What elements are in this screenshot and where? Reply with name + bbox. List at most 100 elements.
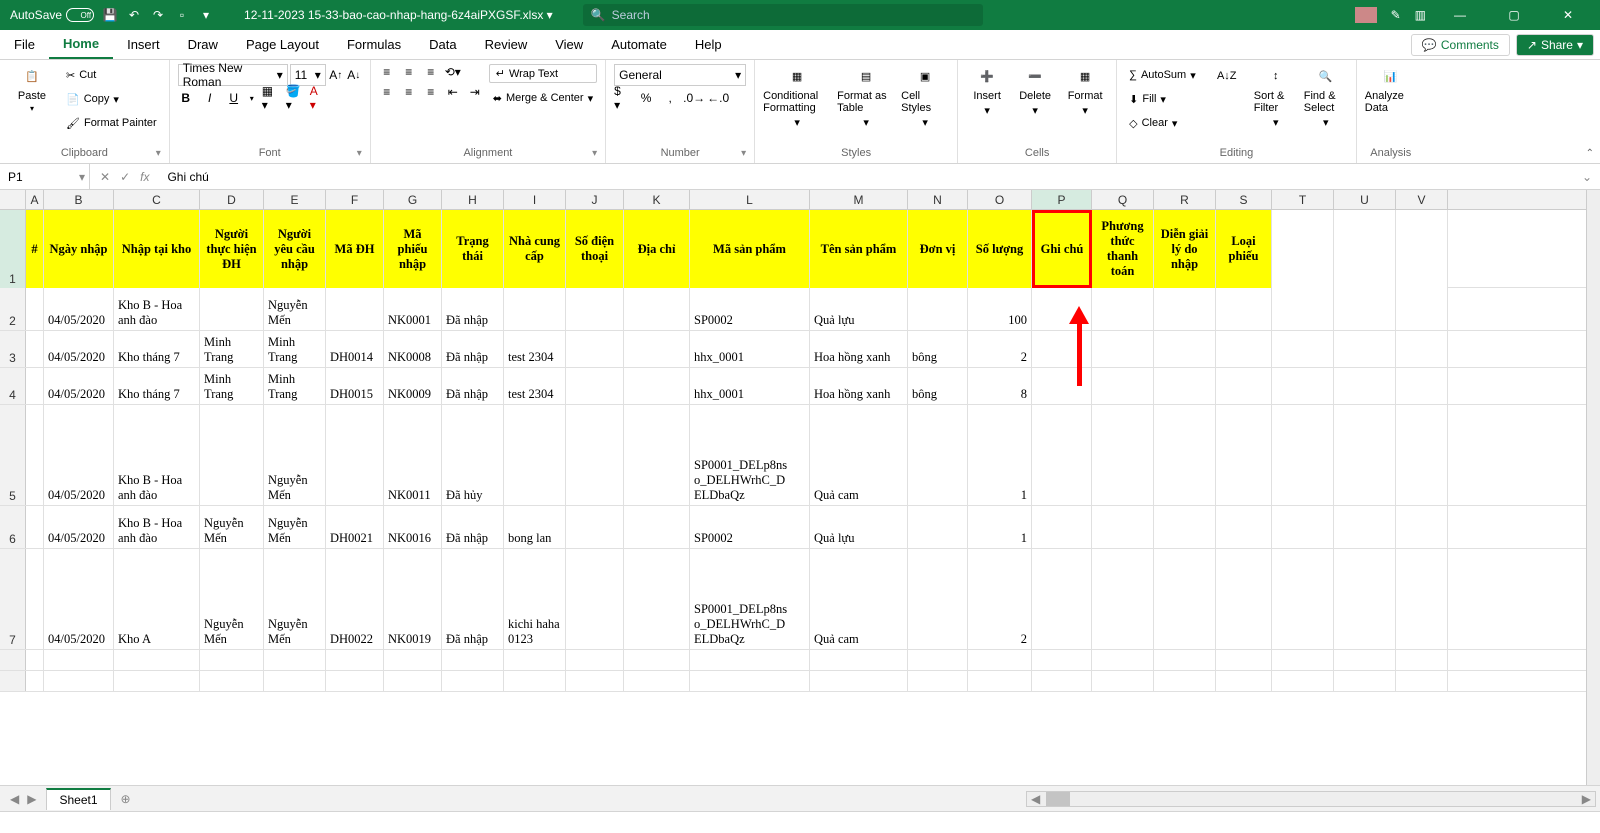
align-center-icon[interactable]: ≡	[401, 84, 417, 100]
format-painter-button[interactable]: 🖌 Format Painter	[62, 112, 161, 134]
align-right-icon[interactable]: ≡	[423, 84, 439, 100]
column-header-E[interactable]: E	[264, 190, 326, 209]
alignment-launcher[interactable]: ▾	[592, 148, 597, 159]
cell[interactable]	[26, 405, 44, 505]
cell[interactable]: DH0014	[326, 331, 384, 367]
tab-automate[interactable]: Automate	[597, 30, 681, 59]
row-header-4[interactable]: 4	[0, 368, 26, 404]
vertical-scrollbar[interactable]	[1586, 190, 1600, 785]
cell[interactable]: Hoa hồng xanh	[810, 368, 908, 404]
number-launcher[interactable]: ▾	[741, 148, 746, 159]
cell[interactable]	[1092, 506, 1154, 548]
cell[interactable]: Đã hủy	[442, 405, 504, 505]
cell[interactable]	[566, 368, 624, 404]
column-header-V[interactable]: V	[1396, 190, 1448, 209]
cell[interactable]	[26, 368, 44, 404]
header-cell[interactable]: Tên sản phẩm	[810, 210, 908, 288]
font-color-button[interactable]: A ▾	[310, 90, 326, 106]
cell[interactable]: Nguyễn Mến	[264, 506, 326, 548]
decrease-decimal-icon[interactable]: ←.0	[710, 90, 726, 106]
cell[interactable]: Quả cam	[810, 549, 908, 649]
cell[interactable]	[1334, 671, 1396, 691]
cell[interactable]: Kho B - Hoa anh đào	[114, 506, 200, 548]
wrap-text-button[interactable]: ↵ Wrap Text	[489, 64, 597, 83]
cell[interactable]: NK0008	[384, 331, 442, 367]
cell[interactable]	[504, 671, 566, 691]
sort-az-button[interactable]: A↓Z	[1206, 64, 1248, 88]
header-cell[interactable]: Trạng thái	[442, 210, 504, 288]
row-header-6[interactable]: 6	[0, 506, 26, 548]
cell[interactable]	[384, 671, 442, 691]
cell[interactable]: Nguyễn Mến	[264, 549, 326, 649]
cell[interactable]: Hoa hồng xanh	[810, 331, 908, 367]
cell[interactable]	[1154, 506, 1216, 548]
cell[interactable]	[44, 671, 114, 691]
align-top-icon[interactable]: ≡	[379, 64, 395, 80]
cell[interactable]: Minh Trang	[200, 368, 264, 404]
cell[interactable]	[1032, 506, 1092, 548]
expand-formula-bar-icon[interactable]: ⌄	[1574, 170, 1600, 184]
fx-icon[interactable]: fx	[140, 170, 149, 184]
cell[interactable]	[384, 650, 442, 670]
cell[interactable]: 04/05/2020	[44, 368, 114, 404]
cell[interactable]	[1272, 671, 1334, 691]
row-header-2[interactable]: 2	[0, 288, 26, 330]
name-box[interactable]: P1▾	[0, 164, 90, 189]
cell[interactable]: Minh Trang	[200, 331, 264, 367]
redo-icon[interactable]: ↷	[150, 7, 166, 23]
header-cell[interactable]: Mã phiếu nhập	[384, 210, 442, 288]
cell[interactable]	[1334, 506, 1396, 548]
tab-file[interactable]: File	[0, 30, 49, 59]
cell[interactable]: 100	[968, 288, 1032, 330]
cell[interactable]	[264, 671, 326, 691]
cell[interactable]	[1092, 405, 1154, 505]
cell[interactable]: 04/05/2020	[44, 549, 114, 649]
cell[interactable]	[1272, 549, 1334, 649]
copy-button[interactable]: 📄 Copy ▾	[62, 88, 161, 110]
cell[interactable]	[1092, 549, 1154, 649]
cell[interactable]: Đã nhập	[442, 549, 504, 649]
cell[interactable]: NK0011	[384, 405, 442, 505]
column-header-T[interactable]: T	[1272, 190, 1334, 209]
cell[interactable]: bông	[908, 331, 968, 367]
cell[interactable]	[566, 405, 624, 505]
cell[interactable]: bông	[908, 368, 968, 404]
cell[interactable]	[26, 549, 44, 649]
undo-icon[interactable]: ↶	[126, 7, 142, 23]
cell[interactable]: Nguyễn Mến	[200, 506, 264, 548]
cell[interactable]: test 2304	[504, 368, 566, 404]
cell[interactable]	[624, 506, 690, 548]
cell[interactable]: Kho A	[114, 549, 200, 649]
cell[interactable]	[442, 671, 504, 691]
column-header-K[interactable]: K	[624, 190, 690, 209]
outdent-icon[interactable]: ⇤	[445, 84, 461, 100]
row-header-7[interactable]: 7	[0, 549, 26, 649]
header-cell[interactable]: Địa chỉ	[624, 210, 690, 288]
cell[interactable]	[1216, 331, 1272, 367]
cell[interactable]	[1334, 331, 1396, 367]
column-header-U[interactable]: U	[1334, 190, 1396, 209]
cell[interactable]	[326, 650, 384, 670]
cell[interactable]	[26, 288, 44, 330]
cell[interactable]	[1216, 405, 1272, 505]
column-header-N[interactable]: N	[908, 190, 968, 209]
filename[interactable]: 12-11-2023 15-33-bao-cao-nhap-hang-6z4ai…	[244, 8, 553, 22]
cell[interactable]: Quả cam	[810, 405, 908, 505]
cell[interactable]	[1216, 288, 1272, 330]
font-size-combo[interactable]: 11▾	[290, 64, 326, 86]
cell[interactable]	[1154, 405, 1216, 505]
cell[interactable]	[44, 650, 114, 670]
cell[interactable]	[326, 671, 384, 691]
font-name-combo[interactable]: Times New Roman▾	[178, 64, 288, 86]
cell[interactable]: Kho B - Hoa anh đào	[114, 288, 200, 330]
column-header-F[interactable]: F	[326, 190, 384, 209]
cell[interactable]	[1396, 288, 1448, 330]
cell[interactable]: Đã nhập	[442, 331, 504, 367]
cell[interactable]	[1396, 368, 1448, 404]
confirm-formula-icon[interactable]: ✓	[120, 170, 130, 184]
add-sheet-button[interactable]: ⊕	[111, 792, 141, 806]
cell[interactable]	[1396, 549, 1448, 649]
row-header-8[interactable]	[0, 650, 26, 670]
select-all-corner[interactable]	[0, 190, 26, 209]
header-cell[interactable]: Người thực hiện ĐH	[200, 210, 264, 288]
